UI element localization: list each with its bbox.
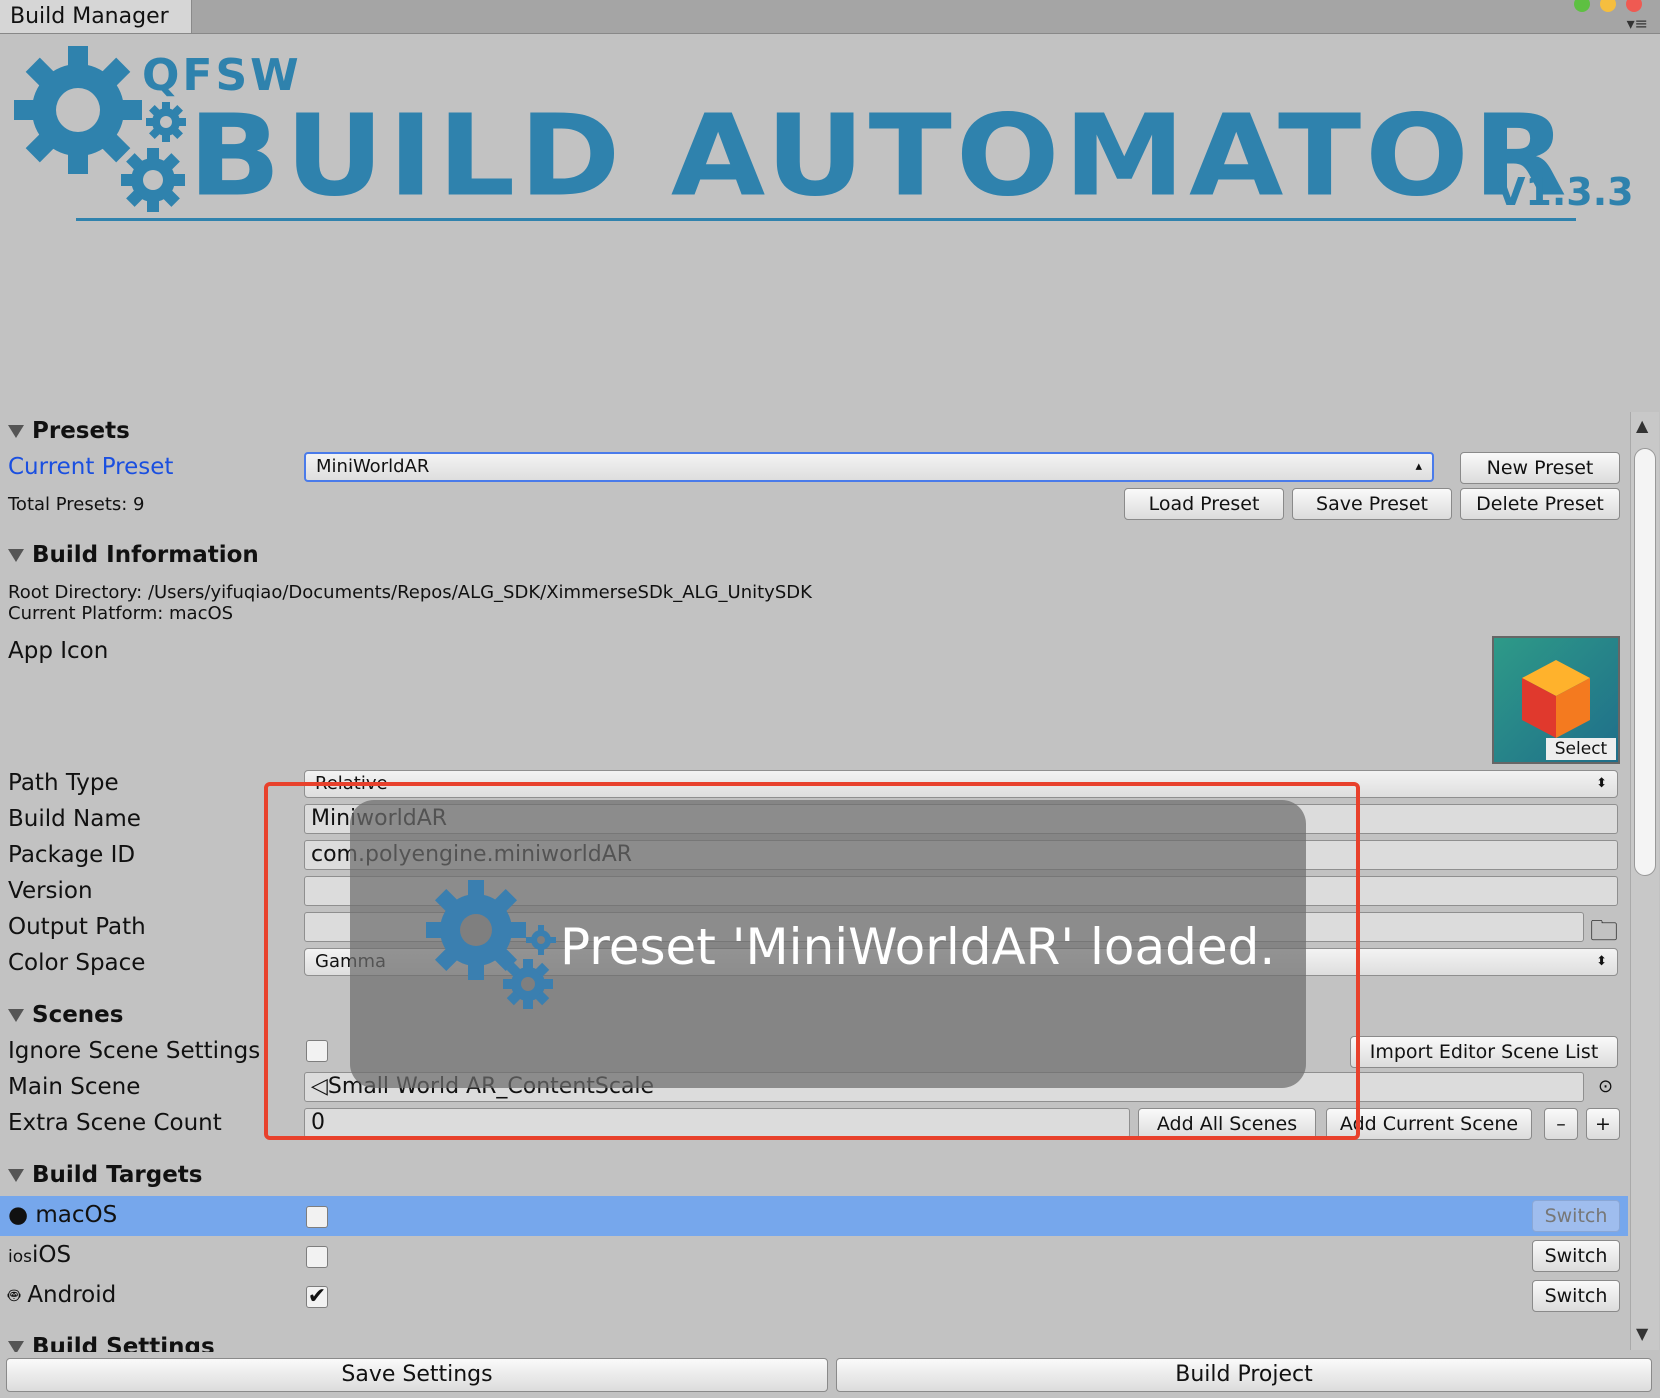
build-settings-clip: Build Settings <box>0 1326 1628 1352</box>
dropdown-arrows-icon: ⬍ <box>1596 776 1607 791</box>
scrollbar-thumb[interactable] <box>1634 448 1656 876</box>
scroll-up-arrow-icon[interactable]: ▲ <box>1636 416 1648 435</box>
presets-section-title[interactable]: Presets <box>8 418 130 444</box>
android-icon: 🤖︎ <box>8 1283 20 1307</box>
build-settings-section-title[interactable]: Build Settings <box>8 1334 215 1352</box>
app-icon-label: App Icon <box>8 638 109 664</box>
android-target-checkbox[interactable]: ✔ <box>306 1286 328 1308</box>
current-preset-dropdown[interactable]: MiniWorldAR ▴ <box>304 452 1434 482</box>
current-preset-label: Current Preset <box>8 454 174 480</box>
foldout-triangle-icon <box>8 1009 24 1022</box>
build-project-button[interactable]: Build Project <box>836 1358 1652 1392</box>
remove-scene-button[interactable]: – <box>1544 1108 1578 1140</box>
main-scene-label: Main Scene <box>8 1074 141 1100</box>
extra-scene-count-label: Extra Scene Count <box>8 1110 222 1136</box>
build-info-title-text: Build Information <box>32 542 259 568</box>
ios-icon: ios <box>8 1247 32 1267</box>
build-settings-title-text: Build Settings <box>32 1334 215 1352</box>
presets-title-text: Presets <box>32 418 130 444</box>
build-targets-section-title[interactable]: Build Targets <box>8 1162 202 1188</box>
highlight-annotation-box <box>264 782 1360 1140</box>
target-label: macOS <box>35 1202 118 1228</box>
total-presets-text: Total Presets: 9 <box>8 494 145 515</box>
ignore-scene-settings-label: Ignore Scene Settings <box>8 1038 261 1064</box>
build-targets-title-text: Build Targets <box>32 1162 203 1188</box>
foldout-triangle-icon <box>8 425 24 438</box>
build-name-label: Build Name <box>8 806 141 832</box>
scroll-down-arrow-icon[interactable]: ▼ <box>1636 1324 1648 1343</box>
apple-icon: ● <box>8 1202 29 1228</box>
foldout-triangle-icon <box>8 549 24 562</box>
android-switch-button[interactable]: Switch <box>1532 1280 1620 1312</box>
delete-preset-button[interactable]: Delete Preset <box>1460 488 1620 520</box>
macos-switch-button[interactable]: Switch <box>1532 1200 1620 1232</box>
target-row-macos[interactable]: ● macOS <box>8 1202 117 1228</box>
window-menu-icon[interactable]: ▾≡ <box>1627 14 1648 33</box>
app-icon-select-button[interactable]: Select <box>1546 738 1616 760</box>
scenes-section-title[interactable]: Scenes <box>8 1002 123 1028</box>
output-path-label: Output Path <box>8 914 146 940</box>
current-platform-text: Current Platform: macOS <box>8 603 234 624</box>
scenes-title-text: Scenes <box>32 1002 124 1028</box>
tab-build-manager[interactable]: Build Manager <box>0 0 192 33</box>
target-label: Android <box>27 1282 117 1308</box>
save-settings-button[interactable]: Save Settings <box>6 1358 828 1392</box>
dropdown-arrows-icon: ▴ <box>1415 459 1422 474</box>
macos-target-checkbox[interactable] <box>306 1206 328 1228</box>
ios-target-checkbox[interactable] <box>306 1246 328 1268</box>
new-preset-button[interactable]: New Preset <box>1460 452 1620 484</box>
add-scene-button[interactable]: + <box>1586 1108 1620 1140</box>
tab-bar <box>0 0 1660 34</box>
path-type-label: Path Type <box>8 770 119 796</box>
build-info-section-title[interactable]: Build Information <box>8 542 259 568</box>
selected-target-highlight <box>0 1196 1628 1236</box>
version-label: Version <box>8 878 93 904</box>
logo-underline <box>76 218 1576 221</box>
dropdown-arrows-icon: ⬍ <box>1596 954 1607 969</box>
app-icon-preview[interactable]: Select <box>1492 636 1620 764</box>
foldout-triangle-icon <box>8 1169 24 1182</box>
color-space-label: Color Space <box>8 950 146 976</box>
logo-version: V1.3.3 <box>1496 170 1634 214</box>
foldout-triangle-icon <box>8 1341 24 1352</box>
ios-switch-button[interactable]: Switch <box>1532 1240 1620 1272</box>
logo-title: BUILD AUTOMATOR <box>188 90 1571 222</box>
import-editor-scene-list-button[interactable]: Import Editor Scene List <box>1350 1036 1618 1068</box>
package-id-label: Package ID <box>8 842 136 868</box>
target-label: iOS <box>31 1242 72 1268</box>
save-preset-button[interactable]: Save Preset <box>1292 488 1452 520</box>
target-row-android[interactable]: 🤖︎ Android <box>8 1282 116 1310</box>
current-preset-value: MiniWorldAR <box>316 456 430 477</box>
object-picker-icon[interactable]: ⊙ <box>1598 1076 1613 1097</box>
root-directory-text: Root Directory: /Users/yifuqiao/Document… <box>8 582 812 603</box>
target-row-ios[interactable]: iosiOS <box>8 1242 71 1268</box>
load-preset-button[interactable]: Load Preset <box>1124 488 1284 520</box>
